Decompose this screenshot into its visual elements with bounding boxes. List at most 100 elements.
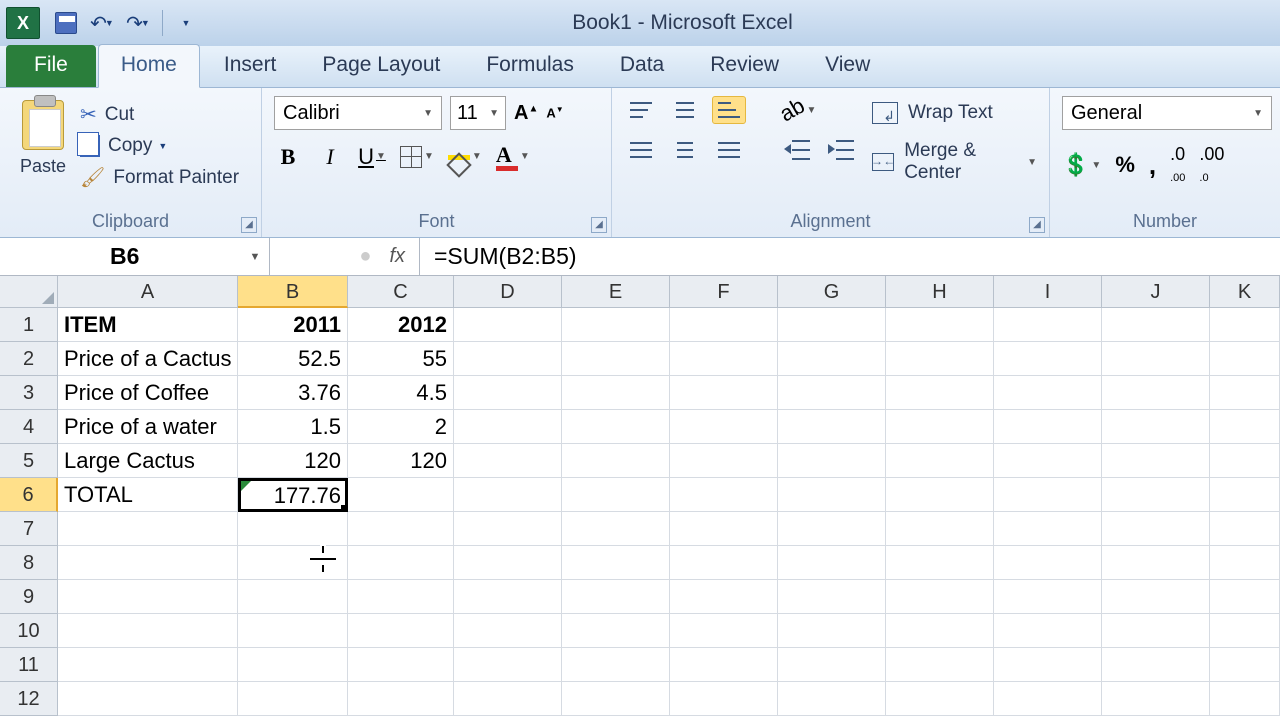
cell-g4[interactable] (778, 410, 886, 444)
cell-e3[interactable] (562, 376, 670, 410)
cell-h2[interactable] (886, 342, 994, 376)
cell-c10[interactable] (348, 614, 454, 648)
cell-b5[interactable]: 120 (238, 444, 348, 478)
cell-e8[interactable] (562, 546, 670, 580)
cell-a1[interactable]: ITEM (58, 308, 238, 342)
cell-g7[interactable] (778, 512, 886, 546)
row-header-1[interactable]: 1 (0, 308, 58, 342)
cell-j2[interactable] (1102, 342, 1210, 376)
decrease-decimal-button[interactable]: .00.0 (1199, 144, 1224, 186)
cell-c7[interactable] (348, 512, 454, 546)
cell-k9[interactable] (1210, 580, 1280, 614)
cell-j11[interactable] (1102, 648, 1210, 682)
cell-j9[interactable] (1102, 580, 1210, 614)
cell-h5[interactable] (886, 444, 994, 478)
cell-d1[interactable] (454, 308, 562, 342)
cell-i7[interactable] (994, 512, 1102, 546)
row-header-10[interactable]: 10 (0, 614, 58, 648)
clipboard-dialog-launcher[interactable]: ◢ (241, 217, 257, 233)
cell-g6[interactable] (778, 478, 886, 512)
col-header-i[interactable]: I (994, 276, 1102, 308)
cell-f3[interactable] (670, 376, 778, 410)
cell-d9[interactable] (454, 580, 562, 614)
align-right-button[interactable] (712, 136, 746, 164)
cell-e2[interactable] (562, 342, 670, 376)
number-format-select[interactable]: General▼ (1062, 96, 1272, 130)
cell-f6[interactable] (670, 478, 778, 512)
cell-g11[interactable] (778, 648, 886, 682)
col-header-b[interactable]: B (238, 276, 348, 308)
cell-b10[interactable] (238, 614, 348, 648)
qat-customize-button[interactable]: ▼ (169, 7, 205, 39)
cell-c11[interactable] (348, 648, 454, 682)
align-middle-button[interactable] (668, 96, 702, 124)
align-left-button[interactable] (624, 136, 658, 164)
tab-formulas[interactable]: Formulas (464, 45, 596, 87)
cell-d4[interactable] (454, 410, 562, 444)
cell-b6[interactable]: 177.76 (238, 478, 348, 512)
cell-e9[interactable] (562, 580, 670, 614)
cell-c9[interactable] (348, 580, 454, 614)
col-header-g[interactable]: G (778, 276, 886, 308)
cell-h7[interactable] (886, 512, 994, 546)
cell-a12[interactable] (58, 682, 238, 716)
align-bottom-button[interactable] (712, 96, 746, 124)
cell-c2[interactable]: 55 (348, 342, 454, 376)
borders-button[interactable]: ▼ (400, 146, 434, 168)
cell-a2[interactable]: Price of a Cactus (58, 342, 238, 376)
cell-d5[interactable] (454, 444, 562, 478)
cell-a10[interactable] (58, 614, 238, 648)
cell-i1[interactable] (994, 308, 1102, 342)
cell-f11[interactable] (670, 648, 778, 682)
cell-f10[interactable] (670, 614, 778, 648)
cell-f12[interactable] (670, 682, 778, 716)
comma-button[interactable]: , (1149, 150, 1156, 181)
cell-g2[interactable] (778, 342, 886, 376)
accounting-format-button[interactable]: 💲▼ (1062, 152, 1101, 178)
cell-i10[interactable] (994, 614, 1102, 648)
underline-button[interactable]: U▼ (358, 143, 386, 171)
tab-view[interactable]: View (803, 45, 892, 87)
row-header-6[interactable]: 6 (0, 478, 58, 512)
cell-d7[interactable] (454, 512, 562, 546)
cell-i5[interactable] (994, 444, 1102, 478)
font-color-button[interactable]: A▼ (496, 142, 530, 171)
cell-i4[interactable] (994, 410, 1102, 444)
cell-j12[interactable] (1102, 682, 1210, 716)
cell-g5[interactable] (778, 444, 886, 478)
cell-f1[interactable] (670, 308, 778, 342)
decrease-indent-button[interactable] (780, 136, 814, 164)
cell-c1[interactable]: 2012 (348, 308, 454, 342)
cell-c6[interactable] (348, 478, 454, 512)
row-header-11[interactable]: 11 (0, 648, 58, 682)
italic-button[interactable]: I (316, 143, 344, 171)
fx-icon[interactable]: fx (389, 245, 405, 268)
cell-a6[interactable]: TOTAL (58, 478, 238, 512)
merge-center-button[interactable]: Merge & Center▼ (872, 140, 1037, 184)
row-header-2[interactable]: 2 (0, 342, 58, 376)
row-header-12[interactable]: 12 (0, 682, 58, 716)
cell-c4[interactable]: 2 (348, 410, 454, 444)
cell-k6[interactable] (1210, 478, 1280, 512)
grow-font-button[interactable]: A▲ (514, 102, 538, 125)
format-painter-button[interactable]: 🖌Format Painter (80, 165, 239, 190)
cell-f7[interactable] (670, 512, 778, 546)
alignment-dialog-launcher[interactable]: ◢ (1029, 217, 1045, 233)
align-top-button[interactable] (624, 96, 658, 124)
cell-j5[interactable] (1102, 444, 1210, 478)
cell-h3[interactable] (886, 376, 994, 410)
orientation-button[interactable]: ab▼ (780, 97, 816, 123)
cell-k7[interactable] (1210, 512, 1280, 546)
shrink-font-button[interactable]: A▼ (546, 105, 563, 120)
cell-c3[interactable]: 4.5 (348, 376, 454, 410)
cell-k8[interactable] (1210, 546, 1280, 580)
name-box[interactable]: B6 ▼ (0, 238, 270, 275)
cell-k2[interactable] (1210, 342, 1280, 376)
tab-file[interactable]: File (6, 45, 96, 87)
cell-b12[interactable] (238, 682, 348, 716)
cell-d10[interactable] (454, 614, 562, 648)
undo-button[interactable]: ↶▼ (84, 7, 120, 39)
cell-a7[interactable] (58, 512, 238, 546)
cell-a3[interactable]: Price of Coffee (58, 376, 238, 410)
cell-d2[interactable] (454, 342, 562, 376)
